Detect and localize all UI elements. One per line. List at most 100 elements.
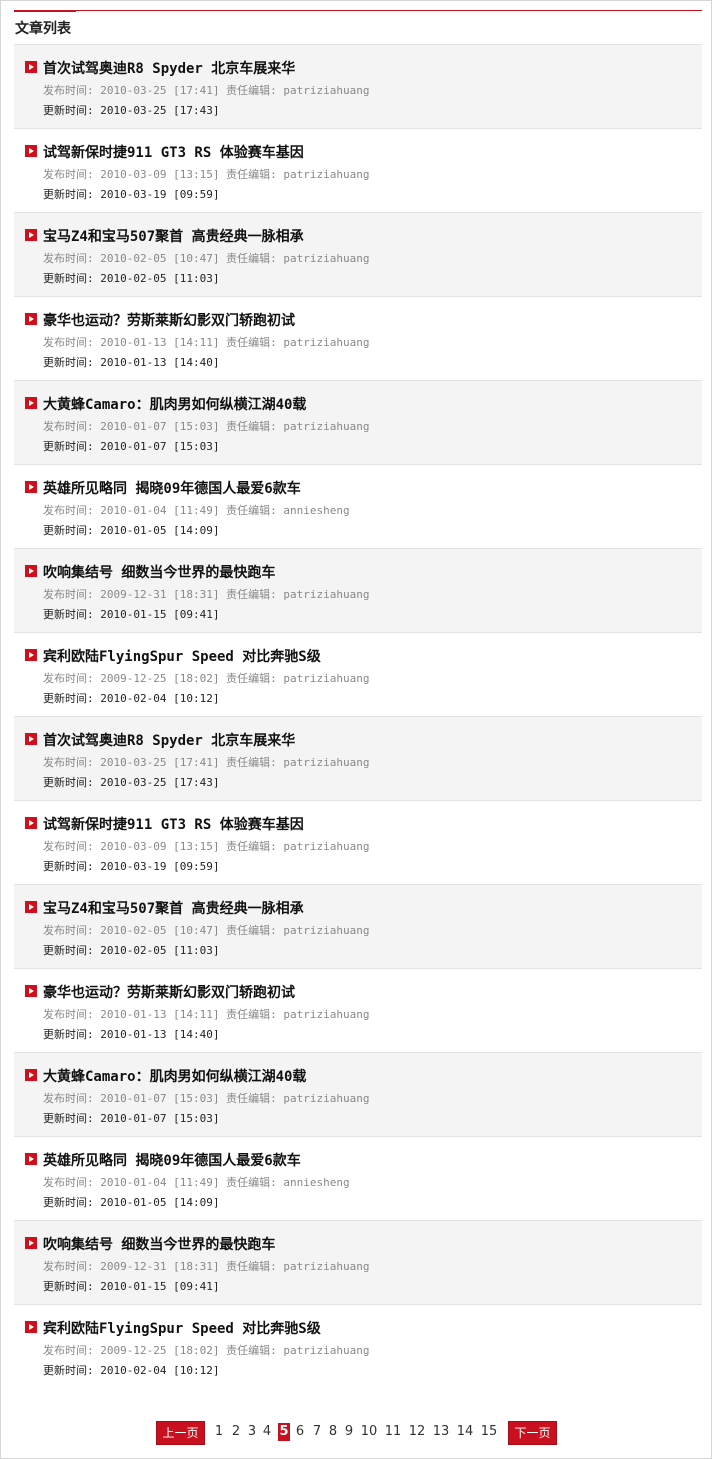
page-number-link[interactable]: 11 [384,1423,402,1441]
published-label: 发布时间: [43,1260,94,1273]
article-title-link[interactable]: 英雄所见略同 揭晓09年德国人最爱6款车 [43,478,301,498]
update-meta: 更新时间: 2010-01-15 [09:41] [43,1278,219,1294]
article-title-link[interactable]: 首次试驾奥迪R8 Spyder 北京车展来华 [43,58,295,78]
next-page-button[interactable]: 下一页 [508,1421,557,1445]
page-number-link[interactable]: 8 [327,1423,339,1441]
editor-label: 责任编辑: [226,252,277,265]
page-number-link[interactable]: 13 [432,1423,450,1441]
play-arrow-icon [25,1237,37,1249]
published-label: 发布时间: [43,1092,94,1105]
page-number-link[interactable]: 7 [311,1423,323,1441]
editor-name: patriziahuang [283,588,370,601]
list-item: 豪华也运动？劳斯莱斯幻影双门轿跑初试 发布时间: 2010-01-13 [14:1… [14,296,702,380]
editor-name: patriziahuang [283,84,370,97]
updated-time: 2010-03-19 [09:59] [100,188,220,201]
article-title-link[interactable]: 宝马Z4和宝马507聚首 高贵经典一脉相承 [43,898,304,918]
article-title-link[interactable]: 吹响集结号 细数当今世界的最快跑车 [43,1234,275,1254]
page-number-current[interactable]: 5 [278,1423,290,1441]
page-number-link[interactable]: 9 [343,1423,355,1441]
list-item: 豪华也运动？劳斯莱斯幻影双门轿跑初试 发布时间: 2010-01-13 [14:1… [14,968,702,1052]
publish-meta: 发布时间: 2010-03-09 [13:15] 责任编辑: patriziah… [43,838,369,854]
article-list: 首次试驾奥迪R8 Spyder 北京车展来华 发布时间: 2010-03-25 [… [14,44,702,1388]
editor-label: 责任编辑: [226,1176,277,1189]
article-title-link[interactable]: 首次试驾奥迪R8 Spyder 北京车展来华 [43,730,295,750]
update-meta: 更新时间: 2010-01-13 [14:40] [43,1026,219,1042]
publish-meta: 发布时间: 2010-02-05 [10:47] 责任编辑: patriziah… [43,250,369,266]
prev-page-button[interactable]: 上一页 [156,1421,205,1445]
published-label: 发布时间: [43,420,94,433]
article-title-link[interactable]: 试驾新保时捷911 GT3 RS 体验赛车基因 [43,142,304,162]
article-title-link[interactable]: 宝马Z4和宝马507聚首 高贵经典一脉相承 [43,226,304,246]
editor-label: 责任编辑: [226,756,277,769]
page-number-link[interactable]: 12 [408,1423,426,1441]
play-arrow-icon [25,565,37,577]
published-label: 发布时间: [43,168,94,181]
updated-label: 更新时间: [43,104,94,117]
update-meta: 更新时间: 2010-01-07 [15:03] [43,1110,219,1126]
page-number-link[interactable]: 14 [456,1423,474,1441]
published-label: 发布时间: [43,336,94,349]
page-number-link[interactable]: 3 [246,1423,258,1441]
updated-time: 2010-02-04 [10:12] [100,1364,220,1377]
play-arrow-icon [25,481,37,493]
list-item: 首次试驾奥迪R8 Spyder 北京车展来华 发布时间: 2010-03-25 [… [14,716,702,800]
published-label: 发布时间: [43,672,94,685]
list-item: 试驾新保时捷911 GT3 RS 体验赛车基因发布时间: 2010-03-09 … [14,800,702,884]
updated-time: 2010-01-13 [14:40] [100,1028,220,1041]
article-title-link[interactable]: 大黄蜂Camaro：肌肉男如何纵横江湖40载 [43,1066,306,1086]
update-meta: 更新时间: 2010-03-25 [17:43] [43,774,219,790]
publish-meta: 发布时间: 2010-01-04 [11:49] 责任编辑: annieshen… [43,1174,350,1190]
editor-label: 责任编辑: [226,924,277,937]
update-meta: 更新时间: 2010-02-05 [11:03] [43,942,219,958]
published-time: 2009-12-25 [18:02] [100,672,220,685]
updated-label: 更新时间: [43,692,94,705]
page-number-link[interactable]: 10 [360,1423,378,1441]
list-item: 大黄蜂Camaro：肌肉男如何纵横江湖40载发布时间: 2010-01-07 [… [14,380,702,464]
publish-meta: 发布时间: 2010-01-07 [15:03] 责任编辑: patriziah… [43,418,369,434]
editor-name: patriziahuang [283,672,370,685]
update-meta: 更新时间: 2010-01-05 [14:09] [43,1194,219,1210]
editor-name: patriziahuang [283,756,370,769]
published-label: 发布时间: [43,1344,94,1357]
published-time: 2010-03-25 [17:41] [100,84,220,97]
page-number-link[interactable]: 6 [294,1423,306,1441]
editor-label: 责任编辑: [226,168,277,181]
page-number-link[interactable]: 4 [261,1423,273,1441]
page-number-link[interactable]: 2 [230,1423,242,1441]
article-title-link[interactable]: 吹响集结号 细数当今世界的最快跑车 [43,562,275,582]
updated-label: 更新时间: [43,1196,94,1209]
play-arrow-icon [25,817,37,829]
publish-meta: 发布时间: 2010-01-04 [11:49] 责任编辑: annieshen… [43,502,350,518]
article-title-link[interactable]: 英雄所见略同 揭晓09年德国人最爱6款车 [43,1150,301,1170]
article-title-link[interactable]: 宾利欧陆FlyingSpur Speed 对比奔驰S级 [43,1318,321,1338]
list-item: 吹响集结号 细数当今世界的最快跑车 发布时间: 2009-12-31 [18:31… [14,548,702,632]
publish-meta: 发布时间: 2010-03-09 [13:15] 责任编辑: patriziah… [43,166,369,182]
updated-time: 2010-02-05 [11:03] [100,944,220,957]
list-item: 英雄所见略同 揭晓09年德国人最爱6款车发布时间: 2010-01-04 [11… [14,464,702,548]
play-arrow-icon [25,397,37,409]
editor-label: 责任编辑: [226,84,277,97]
page-number-link[interactable]: 1 [213,1423,225,1441]
article-title-link[interactable]: 宾利欧陆FlyingSpur Speed 对比奔驰S级 [43,646,321,666]
article-title-link[interactable]: 豪华也运动？劳斯莱斯幻影双门轿跑初试 [43,310,295,330]
header-accent-bar [14,10,76,12]
editor-label: 责任编辑: [226,588,277,601]
page-title: 文章列表 [15,21,71,37]
updated-label: 更新时间: [43,1028,94,1041]
publish-meta: 发布时间: 2010-03-25 [17:41] 责任编辑: patriziah… [43,82,369,98]
page-number-link[interactable]: 15 [480,1423,498,1441]
published-time: 2010-03-09 [13:15] [100,168,220,181]
list-item: 英雄所见略同 揭晓09年德国人最爱6款车发布时间: 2010-01-04 [11… [14,1136,702,1220]
article-title-link[interactable]: 试驾新保时捷911 GT3 RS 体验赛车基因 [43,814,304,834]
updated-label: 更新时间: [43,1364,94,1377]
published-label: 发布时间: [43,588,94,601]
article-title-link[interactable]: 豪华也运动？劳斯莱斯幻影双门轿跑初试 [43,982,295,1002]
editor-name: patriziahuang [283,252,370,265]
updated-time: 2010-01-05 [14:09] [100,1196,220,1209]
play-arrow-icon [25,1321,37,1333]
updated-time: 2010-01-15 [09:41] [100,608,220,621]
list-item: 试驾新保时捷911 GT3 RS 体验赛车基因发布时间: 2010-03-09 … [14,128,702,212]
publish-meta: 发布时间: 2010-02-05 [10:47] 责任编辑: patriziah… [43,922,369,938]
updated-label: 更新时间: [43,1280,94,1293]
article-title-link[interactable]: 大黄蜂Camaro：肌肉男如何纵横江湖40载 [43,394,306,414]
